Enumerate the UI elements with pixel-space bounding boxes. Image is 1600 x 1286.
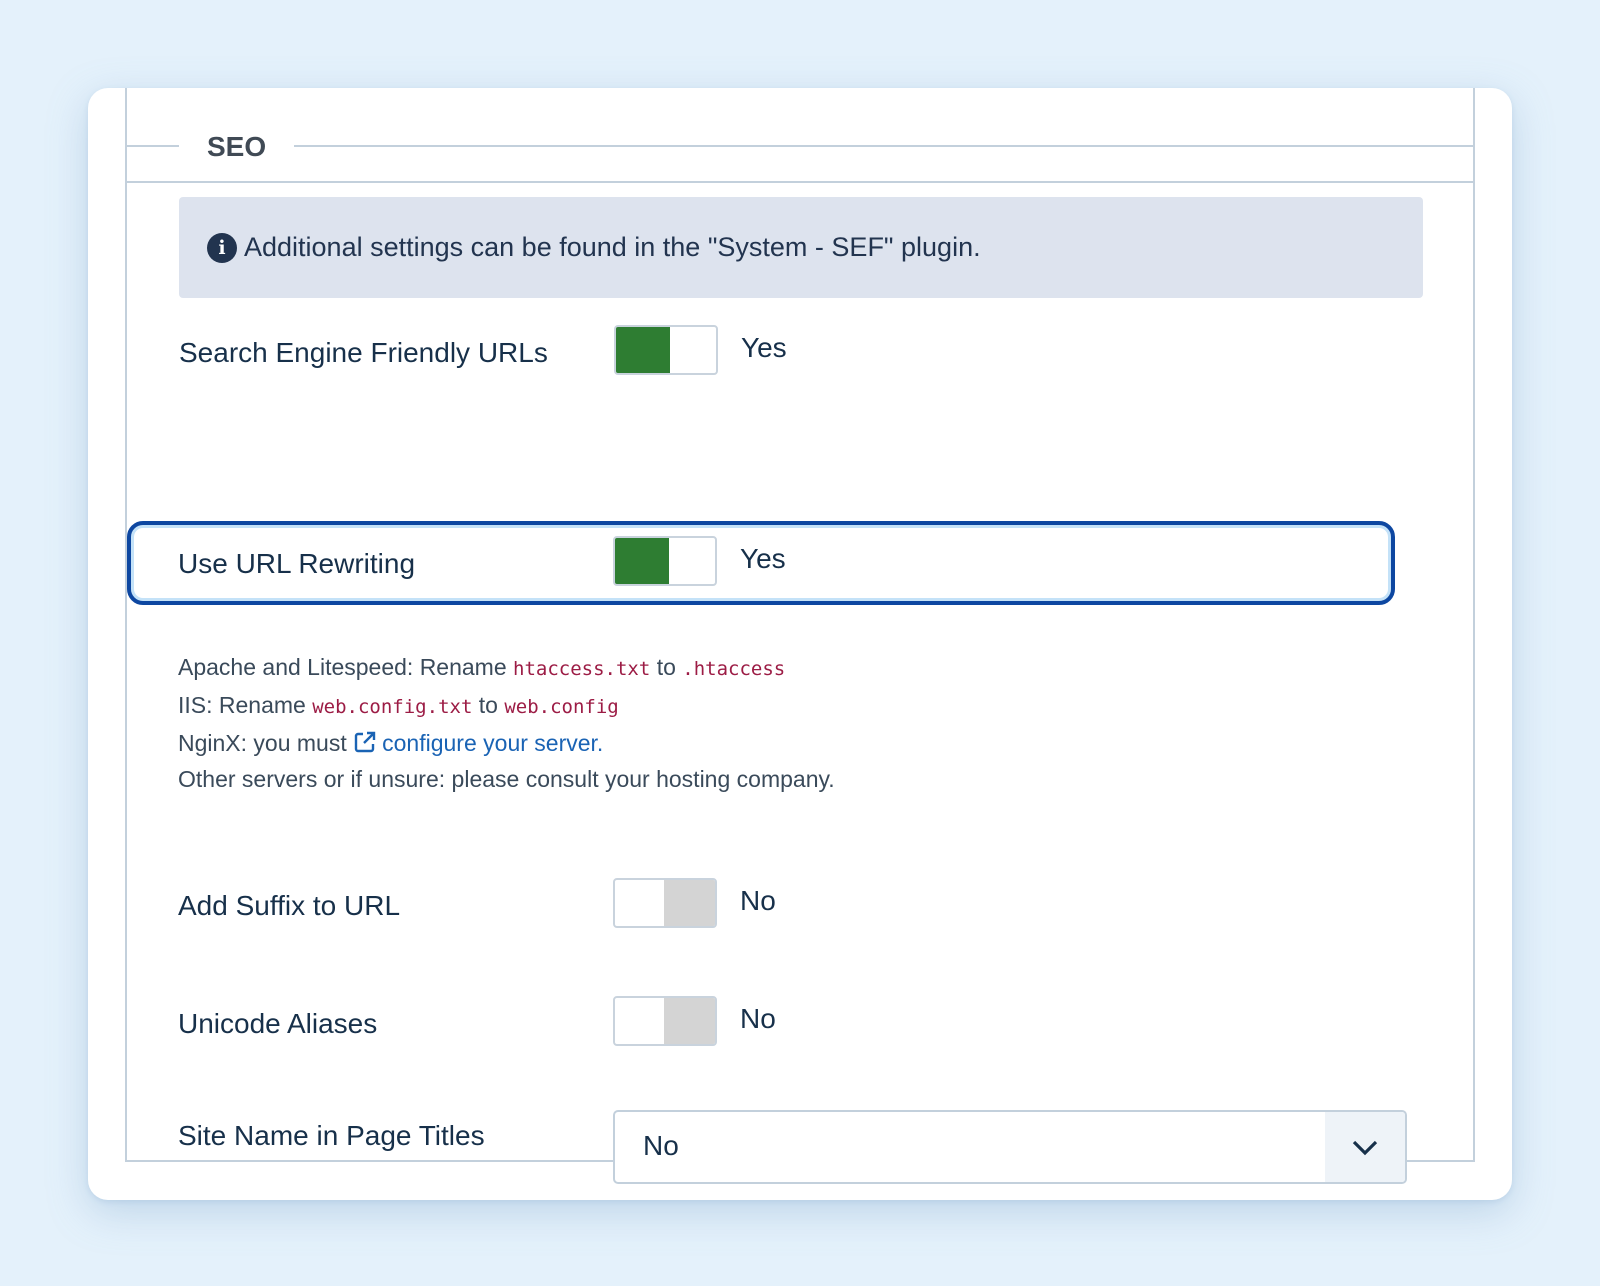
help-text: to	[656, 654, 676, 680]
switch-on-fill	[615, 538, 669, 584]
url-rewriting-state: Yes	[740, 543, 786, 574]
url-rewriting-row: Use URL Rewriting Yes	[178, 533, 1422, 593]
suffix-switch[interactable]	[613, 878, 717, 928]
site-name-row: Site Name in Page Titles No	[178, 1110, 1422, 1190]
help-line-apache: Apache and Litespeed: Rename htaccess.tx…	[178, 649, 835, 687]
site-name-select-value: No	[643, 1130, 679, 1161]
help-code: web.config.txt	[312, 696, 473, 718]
url-rewriting-help: Apache and Litespeed: Rename htaccess.tx…	[178, 649, 835, 797]
help-text: Apache and Litespeed: Rename	[178, 654, 507, 680]
url-rewriting-switch[interactable]	[613, 536, 717, 586]
help-text: to	[478, 692, 498, 718]
sef-urls-row: Search Engine Friendly URLs Yes	[179, 322, 1423, 382]
unicode-switch[interactable]	[613, 996, 717, 1046]
switch-on-fill	[616, 327, 670, 373]
unicode-state: No	[740, 1003, 776, 1034]
external-link-icon	[354, 731, 376, 753]
switch-off-fill	[664, 998, 715, 1044]
site-name-select[interactable]: No	[613, 1110, 1407, 1184]
configure-server-link[interactable]: configure your server.	[353, 730, 603, 756]
switch-off-fill	[664, 880, 715, 926]
sef-urls-switch[interactable]	[614, 325, 718, 375]
suffix-row: Add Suffix to URL No	[178, 875, 1422, 935]
info-icon: i	[207, 232, 237, 263]
help-text: NginX: you must	[178, 730, 347, 756]
help-code: htaccess.txt	[513, 658, 651, 680]
help-code: web.config	[504, 696, 619, 718]
url-rewriting-label: Use URL Rewriting	[178, 548, 416, 579]
chevron-down-icon[interactable]	[1325, 1112, 1405, 1182]
suffix-state: No	[740, 885, 776, 916]
sef-urls-state: Yes	[741, 332, 787, 363]
info-alert: i Additional settings can be found in th…	[179, 197, 1423, 298]
unicode-row: Unicode Aliases No	[178, 993, 1422, 1053]
help-line-nginx: NginX: you must configure your server.	[178, 725, 835, 761]
suffix-label: Add Suffix to URL	[178, 890, 401, 921]
seo-legend: SEO	[179, 127, 295, 167]
alert-text: Additional settings can be found in the …	[244, 232, 981, 262]
site-name-label: Site Name in Page Titles	[178, 1120, 485, 1151]
help-line-iis: IIS: Rename web.config.txt to web.config	[178, 687, 835, 725]
sef-urls-label: Search Engine Friendly URLs	[179, 337, 548, 368]
help-text: IIS: Rename	[178, 692, 306, 718]
chevron-down-icon-svg	[1352, 1140, 1378, 1156]
unicode-label: Unicode Aliases	[178, 1008, 378, 1039]
help-code: .htaccess	[682, 658, 786, 680]
configure-server-link-text: configure your server.	[382, 730, 604, 756]
settings-card: SEO i Additional settings can be found i…	[88, 88, 1512, 1200]
help-line-other: Other servers or if unsure: please consu…	[178, 766, 835, 792]
